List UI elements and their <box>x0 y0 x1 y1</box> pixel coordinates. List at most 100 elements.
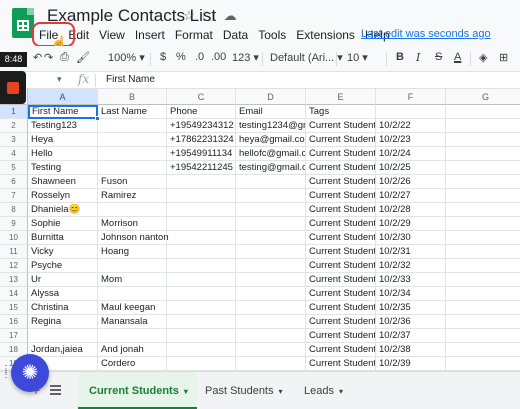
table-cell[interactable]: Testing123 <box>28 119 98 133</box>
table-cell[interactable]: Current Student <box>306 315 376 329</box>
table-cell[interactable]: Current Student <box>306 133 376 147</box>
header-cell[interactable]: Tags <box>306 105 376 119</box>
table-cell[interactable] <box>236 259 306 273</box>
table-cell[interactable] <box>98 133 167 147</box>
table-cell[interactable]: 10/2/34 <box>376 287 446 301</box>
row-header[interactable]: 16 <box>0 315 28 329</box>
table-cell[interactable] <box>446 217 520 231</box>
table-cell[interactable] <box>167 301 236 315</box>
header-cell[interactable]: Phone <box>167 105 236 119</box>
font-size-select[interactable]: 10 ▾ <box>347 51 368 64</box>
table-cell[interactable]: Cordero <box>98 357 167 371</box>
row-header[interactable]: 4 <box>0 147 28 161</box>
percent-format-button[interactable]: % <box>176 51 186 63</box>
table-cell[interactable]: +19549911134 <box>167 147 236 161</box>
table-cell[interactable] <box>446 231 520 245</box>
table-cell[interactable] <box>236 315 306 329</box>
table-cell[interactable]: 10/2/26 <box>376 175 446 189</box>
row-header[interactable]: 12 <box>0 259 28 273</box>
table-cell[interactable] <box>98 119 167 133</box>
table-cell[interactable]: 10/2/35 <box>376 301 446 315</box>
menu-tools[interactable]: Tools <box>253 27 291 43</box>
table-cell[interactable]: Current Student <box>306 343 376 357</box>
table-cell[interactable] <box>167 357 236 371</box>
table-cell[interactable]: 10/2/23 <box>376 133 446 147</box>
last-edit-link[interactable]: Last edit was seconds ago <box>361 28 491 40</box>
table-cell[interactable]: Current Student <box>306 161 376 175</box>
table-cell[interactable] <box>167 231 236 245</box>
table-cell[interactable]: 10/2/32 <box>376 259 446 273</box>
table-cell[interactable]: 10/2/31 <box>376 245 446 259</box>
table-cell[interactable]: 10/2/36 <box>376 315 446 329</box>
table-cell[interactable] <box>446 315 520 329</box>
row-header[interactable]: 2 <box>0 119 28 133</box>
sheet-tab-current-students[interactable]: Current Students ▾ <box>78 372 197 409</box>
table-cell[interactable] <box>167 189 236 203</box>
table-cell[interactable]: Hoang <box>98 245 167 259</box>
table-cell[interactable] <box>446 161 520 175</box>
header-cell[interactable] <box>446 105 520 119</box>
table-cell[interactable]: Morrison <box>98 217 167 231</box>
table-cell[interactable]: Rosselyn <box>28 189 98 203</box>
table-cell[interactable] <box>236 231 306 245</box>
bold-button[interactable]: B <box>396 51 404 63</box>
row-header[interactable]: 7 <box>0 189 28 203</box>
table-cell[interactable]: 10/2/33 <box>376 273 446 287</box>
table-cell[interactable]: Current Student <box>306 231 376 245</box>
increase-decimal-button[interactable]: .00 <box>211 51 226 63</box>
table-cell[interactable] <box>236 329 306 343</box>
header-cell[interactable]: Last Name <box>98 105 167 119</box>
table-cell[interactable]: Heya <box>28 133 98 147</box>
assistant-fab-button[interactable]: ✺ <box>11 354 49 392</box>
table-cell[interactable] <box>98 259 167 273</box>
strikethrough-button[interactable]: S <box>435 51 442 63</box>
table-cell[interactable] <box>236 357 306 371</box>
table-cell[interactable] <box>236 203 306 217</box>
row-header[interactable]: 9 <box>0 217 28 231</box>
text-color-button[interactable]: A <box>454 51 461 63</box>
table-cell[interactable] <box>446 343 520 357</box>
table-cell[interactable] <box>167 245 236 259</box>
header-cell[interactable]: First Name <box>28 105 98 119</box>
table-cell[interactable] <box>236 217 306 231</box>
zoom-select[interactable]: 100% ▾ <box>108 51 145 64</box>
table-cell[interactable]: Fuson <box>98 175 167 189</box>
column-header-a[interactable]: A <box>28 89 98 105</box>
table-cell[interactable]: Manansala <box>98 315 167 329</box>
table-cell[interactable]: Sophie <box>28 217 98 231</box>
table-cell[interactable] <box>28 329 98 343</box>
table-cell[interactable]: +17862231324 <box>167 133 236 147</box>
table-cell[interactable]: 10/2/30 <box>376 231 446 245</box>
table-cell[interactable] <box>446 301 520 315</box>
table-cell[interactable] <box>236 175 306 189</box>
table-cell[interactable]: Current Student <box>306 287 376 301</box>
undo-icon[interactable]: ↶ <box>33 51 42 64</box>
column-header-f[interactable]: F <box>376 89 446 105</box>
table-cell[interactable] <box>446 147 520 161</box>
sheet-tab-past-students[interactable]: Past Students ▾ <box>205 372 293 409</box>
table-cell[interactable] <box>236 301 306 315</box>
table-cell[interactable] <box>446 189 520 203</box>
print-icon[interactable]: ⎙ <box>60 51 69 64</box>
table-cell[interactable] <box>167 315 236 329</box>
table-cell[interactable] <box>446 273 520 287</box>
table-cell[interactable]: Current Student <box>306 245 376 259</box>
table-cell[interactable]: 10/2/39 <box>376 357 446 371</box>
table-cell[interactable] <box>446 259 520 273</box>
table-cell[interactable]: Burnitta <box>28 231 98 245</box>
table-cell[interactable]: 10/2/27 <box>376 189 446 203</box>
table-cell[interactable]: +19549234312 <box>167 119 236 133</box>
table-cell[interactable]: Shawneen <box>28 175 98 189</box>
table-cell[interactable] <box>446 287 520 301</box>
table-cell[interactable] <box>446 245 520 259</box>
row-header[interactable]: 10 <box>0 231 28 245</box>
table-cell[interactable] <box>446 175 520 189</box>
table-cell[interactable] <box>167 343 236 357</box>
table-cell[interactable] <box>236 189 306 203</box>
menu-insert[interactable]: Insert <box>130 27 170 43</box>
table-cell[interactable]: 10/2/24 <box>376 147 446 161</box>
table-cell[interactable]: Johnson nanton <box>98 231 169 245</box>
table-cell[interactable]: Current Student <box>306 301 376 315</box>
table-cell[interactable]: Current Student <box>306 147 376 161</box>
table-cell[interactable]: +19542211245 <box>167 161 236 175</box>
